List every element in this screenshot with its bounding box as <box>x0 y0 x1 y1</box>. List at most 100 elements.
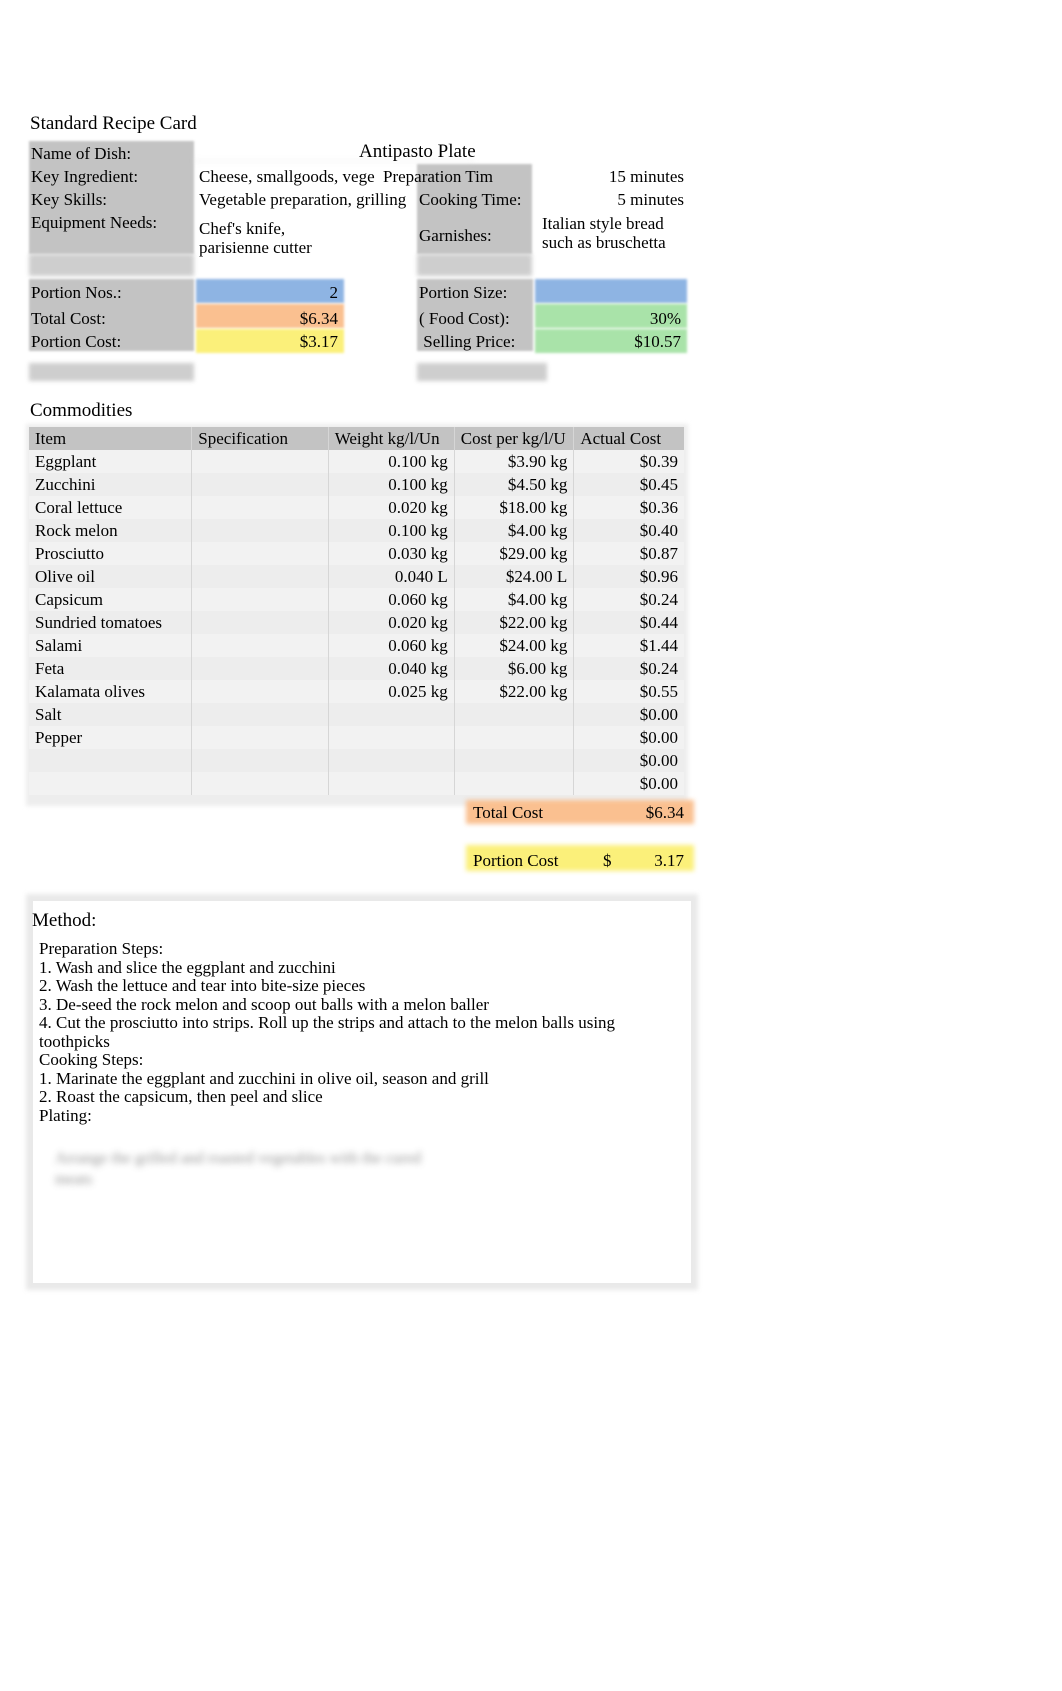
table-cell: Zucchini <box>29 473 193 496</box>
table-cell: Capsicum <box>29 588 193 611</box>
table-cell: $1.44 <box>573 634 684 657</box>
table-cell: $0.24 <box>573 588 684 611</box>
table-cell: 0.060 kg <box>328 634 455 657</box>
value-cooking-time: 5 minutes <box>617 190 684 209</box>
table-cell: 0.100 kg <box>328 519 455 542</box>
table-cell <box>191 542 329 565</box>
dish-name-value: Antipasto Plate <box>359 141 476 162</box>
table-cell: $0.00 <box>573 726 684 749</box>
label-garnishes: Garnishes: <box>419 226 492 245</box>
table-cell: Rock melon <box>29 519 193 542</box>
commodities-table: Item Specification Weight kg/l/Un Cost per … <box>29 427 684 795</box>
table-cell: Olive oil <box>29 565 193 588</box>
table-cell: 0.030 kg <box>328 542 455 565</box>
label-key-skills: Key Skills: <box>31 190 108 209</box>
table-cell: 0.020 kg <box>328 611 455 634</box>
table-cell: 0.020 kg <box>328 496 455 519</box>
value-food-cost: 30% <box>649 309 681 328</box>
costing-right-tail <box>417 363 547 381</box>
table-cell: $0.40 <box>573 519 684 542</box>
table-cell <box>191 703 329 726</box>
table-cell <box>454 726 575 749</box>
value-selling-price: $10.57 <box>634 332 681 351</box>
detail-label-shade-left-tail <box>29 254 194 276</box>
table-cell: 0.100 kg <box>328 473 455 496</box>
table-cell <box>191 680 329 703</box>
table-row: Eggplant 0.100 kg $3.90 kg $0.39 <box>29 450 684 473</box>
table-cell: $0.87 <box>573 542 684 565</box>
table-total-cost-value: $6.34 <box>645 803 684 822</box>
table-row: Coral lettuce 0.020 kg $18.00 kg $0.36 <box>29 496 684 519</box>
table-cell: Salami <box>29 634 193 657</box>
table-cell: $4.00 kg <box>454 519 575 542</box>
table-cell: Sundried tomatoes <box>29 611 193 634</box>
table-cell: $22.00 kg <box>454 680 575 703</box>
label-portion-cost: Portion Cost: <box>31 332 122 351</box>
table-cell: Prosciutto <box>29 542 193 565</box>
table-cell <box>328 772 455 795</box>
detail-label-shade-right-tail <box>417 254 532 276</box>
table-cell: Salt <box>29 703 193 726</box>
column-header: Cost per kg/l/U <box>454 427 575 450</box>
page-title: Standard Recipe Card <box>30 113 197 134</box>
commodities-title: Commodities <box>30 400 133 421</box>
table-cell: $0.55 <box>573 680 684 703</box>
table-cell <box>454 749 575 772</box>
value-portion-nos: 2 <box>329 283 339 302</box>
table-cell: $0.36 <box>573 496 684 519</box>
table-cell: $3.90 kg <box>454 450 575 473</box>
table-cell: $0.45 <box>573 473 684 496</box>
value-garnishes: Italian style bread such as bruschetta <box>542 214 666 252</box>
label-key-ingredient: Key Ingredient: <box>31 167 139 186</box>
table-cell: $29.00 kg <box>454 542 575 565</box>
label-portion-size: Portion Size: <box>419 283 508 302</box>
table-cell: 0.100 kg <box>328 450 455 473</box>
table-cell <box>191 634 329 657</box>
table-total-cost-label: Total Cost <box>473 803 544 822</box>
table-row: Prosciutto 0.030 kg $29.00 kg $0.87 <box>29 542 684 565</box>
table-row: Olive oil 0.040 L $24.00 L $0.96 <box>29 565 684 588</box>
costing-left-tail <box>29 363 194 381</box>
table-cell: 0.060 kg <box>328 588 455 611</box>
table-cell: Pepper <box>29 726 193 749</box>
table-cell: $4.50 kg <box>454 473 575 496</box>
commodities-header-row: Item Specification Weight kg/l/Un Cost per … <box>29 427 684 450</box>
value-total-cost: $6.34 <box>299 309 338 328</box>
table-row: $0.00 <box>29 772 684 795</box>
table-cell <box>191 473 329 496</box>
table-cell: Kalamata olives <box>29 680 193 703</box>
table-cell <box>328 703 455 726</box>
table-cell <box>328 726 455 749</box>
table-row: $0.00 <box>29 749 684 772</box>
label-selling-price: Selling Price: <box>419 332 516 351</box>
portion-size-fill <box>535 279 687 303</box>
table-cell <box>191 657 329 680</box>
table-row: Zucchini 0.100 kg $4.50 kg $0.45 <box>29 473 684 496</box>
table-row: Salt $0.00 <box>29 703 684 726</box>
table-cell: $0.39 <box>573 450 684 473</box>
table-cell: $0.96 <box>573 565 684 588</box>
column-header: Actual Cost <box>573 427 684 450</box>
table-cell: $0.44 <box>573 611 684 634</box>
table-cell: $18.00 kg <box>454 496 575 519</box>
column-header: Weight kg/l/Un <box>328 427 455 450</box>
table-cell: $0.24 <box>573 657 684 680</box>
table-cell <box>29 772 193 795</box>
table-row: Salami 0.060 kg $24.00 kg $1.44 <box>29 634 684 657</box>
table-cell: Eggplant <box>29 450 193 473</box>
value-key-ingredient: Cheese, smallgoods, vege <box>199 167 375 186</box>
table-row: Kalamata olives 0.025 kg $22.00 kg $0.55 <box>29 680 684 703</box>
table-cell <box>454 772 575 795</box>
table-cell <box>191 519 329 542</box>
table-cell: $0.00 <box>573 772 684 795</box>
table-row: Rock melon 0.100 kg $4.00 kg $0.40 <box>29 519 684 542</box>
table-cell: 0.040 kg <box>328 657 455 680</box>
table-cell <box>191 726 329 749</box>
table-row: Sundried tomatoes 0.020 kg $22.00 kg $0.44 <box>29 611 684 634</box>
table-cell: $4.00 kg <box>454 588 575 611</box>
table-cell <box>29 749 193 772</box>
table-row: Pepper $0.00 <box>29 726 684 749</box>
table-portion-cost-value: 3.17 <box>654 851 684 870</box>
table-cell <box>328 749 455 772</box>
table-cell <box>191 611 329 634</box>
